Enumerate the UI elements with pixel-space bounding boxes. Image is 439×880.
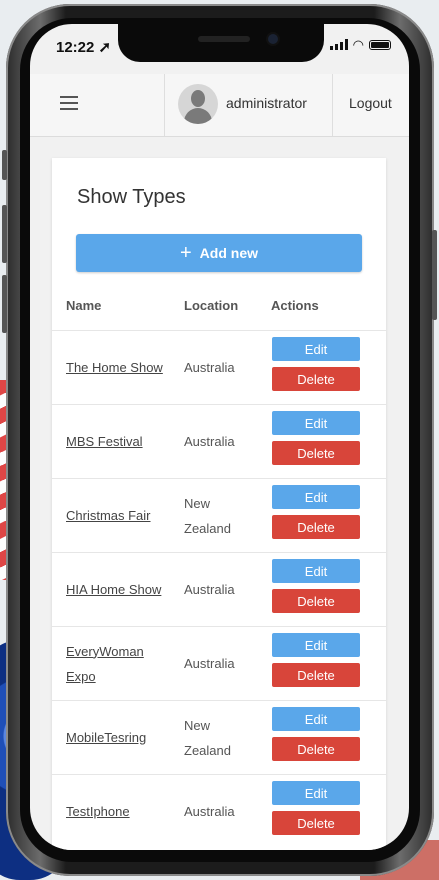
- page-title: Show Types: [77, 186, 186, 208]
- show-name-link[interactable]: MBS Festival: [66, 405, 166, 478]
- logout-link[interactable]: Logout: [349, 95, 392, 111]
- signal-icon: [329, 39, 348, 50]
- table-row: EveryWoman Expo Australia Edit Delete: [52, 627, 386, 701]
- volume-up-button: [2, 205, 7, 263]
- front-camera: [268, 34, 278, 44]
- show-name-link[interactable]: TestIphone: [66, 775, 166, 848]
- delete-button[interactable]: Delete: [272, 663, 360, 687]
- app-header: administrator Logout: [30, 74, 409, 137]
- edit-button[interactable]: Edit: [272, 781, 360, 805]
- hamburger-menu-icon[interactable]: [60, 96, 78, 110]
- avatar[interactable]: [178, 84, 218, 124]
- edit-button[interactable]: Edit: [272, 559, 360, 583]
- show-location: New Zealand: [184, 495, 231, 536]
- show-location: Australia: [184, 582, 235, 597]
- show-location: Australia: [184, 434, 235, 449]
- power-button: [432, 230, 437, 320]
- table-row: Christmas Fair New Zealand Edit Delete: [52, 479, 386, 553]
- notch: [118, 24, 324, 62]
- show-types-table: The Home Show Australia Edit Delete MBS …: [52, 331, 386, 848]
- column-header-location: Location: [184, 298, 239, 313]
- show-location: Australia: [184, 360, 235, 375]
- header-divider: [164, 74, 165, 136]
- username[interactable]: administrator: [226, 95, 307, 111]
- delete-button[interactable]: Delete: [272, 515, 360, 539]
- delete-button[interactable]: Delete: [272, 811, 360, 835]
- mute-switch: [2, 150, 7, 180]
- show-name-link[interactable]: Christmas Fair: [66, 479, 166, 552]
- show-types-card: Show Types + Add new Name Location Actio…: [52, 158, 386, 850]
- delete-button[interactable]: Delete: [272, 589, 360, 613]
- plus-icon: +: [179, 242, 192, 264]
- battery-icon: [369, 39, 391, 50]
- volume-down-button: [2, 275, 7, 333]
- status-bar: 12:22 ➚ ◠: [30, 24, 409, 74]
- edit-button[interactable]: Edit: [272, 633, 360, 657]
- table-row: TestIphone Australia Edit Delete: [52, 775, 386, 848]
- add-new-label: Add new: [199, 245, 259, 261]
- edit-button[interactable]: Edit: [272, 411, 360, 435]
- phone-screen: 12:22 ➚ ◠ administrator Logout Show Type…: [30, 24, 409, 850]
- column-header-name: Name: [66, 298, 102, 313]
- show-location: Australia: [184, 804, 235, 819]
- table-row: HIA Home Show Australia Edit Delete: [52, 553, 386, 627]
- show-name-link[interactable]: HIA Home Show: [66, 553, 166, 626]
- show-name-link[interactable]: The Home Show: [66, 331, 166, 404]
- table-row: MBS Festival Australia Edit Delete: [52, 405, 386, 479]
- table-row: MobileTesring New Zealand Edit Delete: [52, 701, 386, 775]
- column-header-actions: Actions: [271, 298, 319, 313]
- status-icons: ◠: [329, 37, 391, 52]
- add-new-button[interactable]: + Add new: [76, 234, 362, 272]
- delete-button[interactable]: Delete: [272, 737, 360, 761]
- delete-button[interactable]: Delete: [272, 367, 360, 391]
- table-row: The Home Show Australia Edit Delete: [52, 331, 386, 405]
- wifi-icon: ◠: [352, 37, 364, 52]
- edit-button[interactable]: Edit: [272, 337, 360, 361]
- table-header: Name Location Actions: [52, 292, 386, 331]
- edit-button[interactable]: Edit: [272, 485, 360, 509]
- status-time: 12:22 ➚: [56, 39, 112, 56]
- show-name-link[interactable]: EveryWoman Expo: [66, 627, 166, 700]
- show-location: New Zealand: [184, 717, 231, 758]
- show-location: Australia: [184, 656, 235, 671]
- delete-button[interactable]: Delete: [272, 441, 360, 465]
- speaker: [198, 36, 250, 42]
- header-divider: [332, 74, 333, 136]
- edit-button[interactable]: Edit: [272, 707, 360, 731]
- show-name-link[interactable]: MobileTesring: [66, 701, 166, 774]
